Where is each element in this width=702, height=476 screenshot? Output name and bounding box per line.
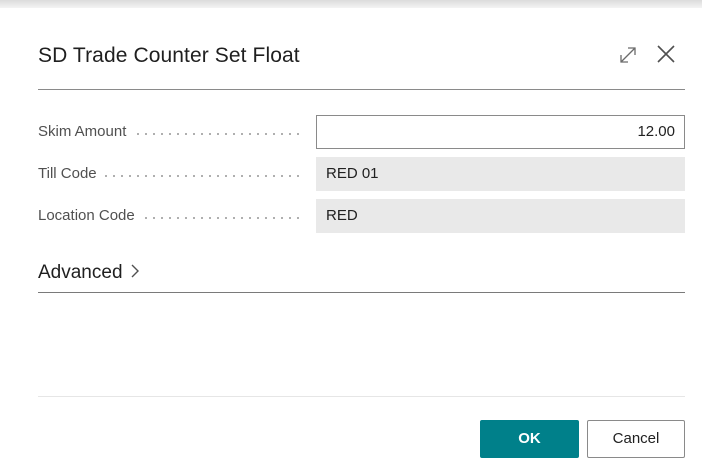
- set-float-dialog: [0, 8, 702, 476]
- close-button[interactable]: [652, 40, 680, 68]
- header-divider: [38, 89, 685, 90]
- expand-icon: [620, 47, 636, 63]
- advanced-divider: [38, 292, 685, 293]
- field-row-till-code: Till Code RED 01: [38, 157, 685, 191]
- advanced-section-toggle[interactable]: Advanced: [38, 262, 140, 284]
- footer-divider: [38, 396, 685, 397]
- expand-button[interactable]: [617, 44, 639, 66]
- skim-amount-input[interactable]: 12.00: [316, 115, 685, 149]
- advanced-label: Advanced: [38, 262, 123, 283]
- dialog-title: SD Trade Counter Set Float: [38, 44, 300, 67]
- till-code-label: Till Code: [38, 157, 103, 191]
- cancel-button[interactable]: Cancel: [587, 420, 685, 458]
- location-code-value: RED: [316, 199, 685, 233]
- ok-button[interactable]: OK: [480, 420, 579, 458]
- chevron-right-icon: [130, 263, 140, 282]
- skim-amount-label: Skim Amount: [38, 115, 133, 149]
- field-row-skim-amount: Skim Amount 12.00: [38, 115, 685, 149]
- close-icon: [657, 45, 675, 63]
- field-row-location-code: Location Code RED: [38, 199, 685, 233]
- till-code-value: RED 01: [316, 157, 685, 191]
- location-code-label: Location Code: [38, 199, 141, 233]
- window-top-strip: [0, 0, 702, 8]
